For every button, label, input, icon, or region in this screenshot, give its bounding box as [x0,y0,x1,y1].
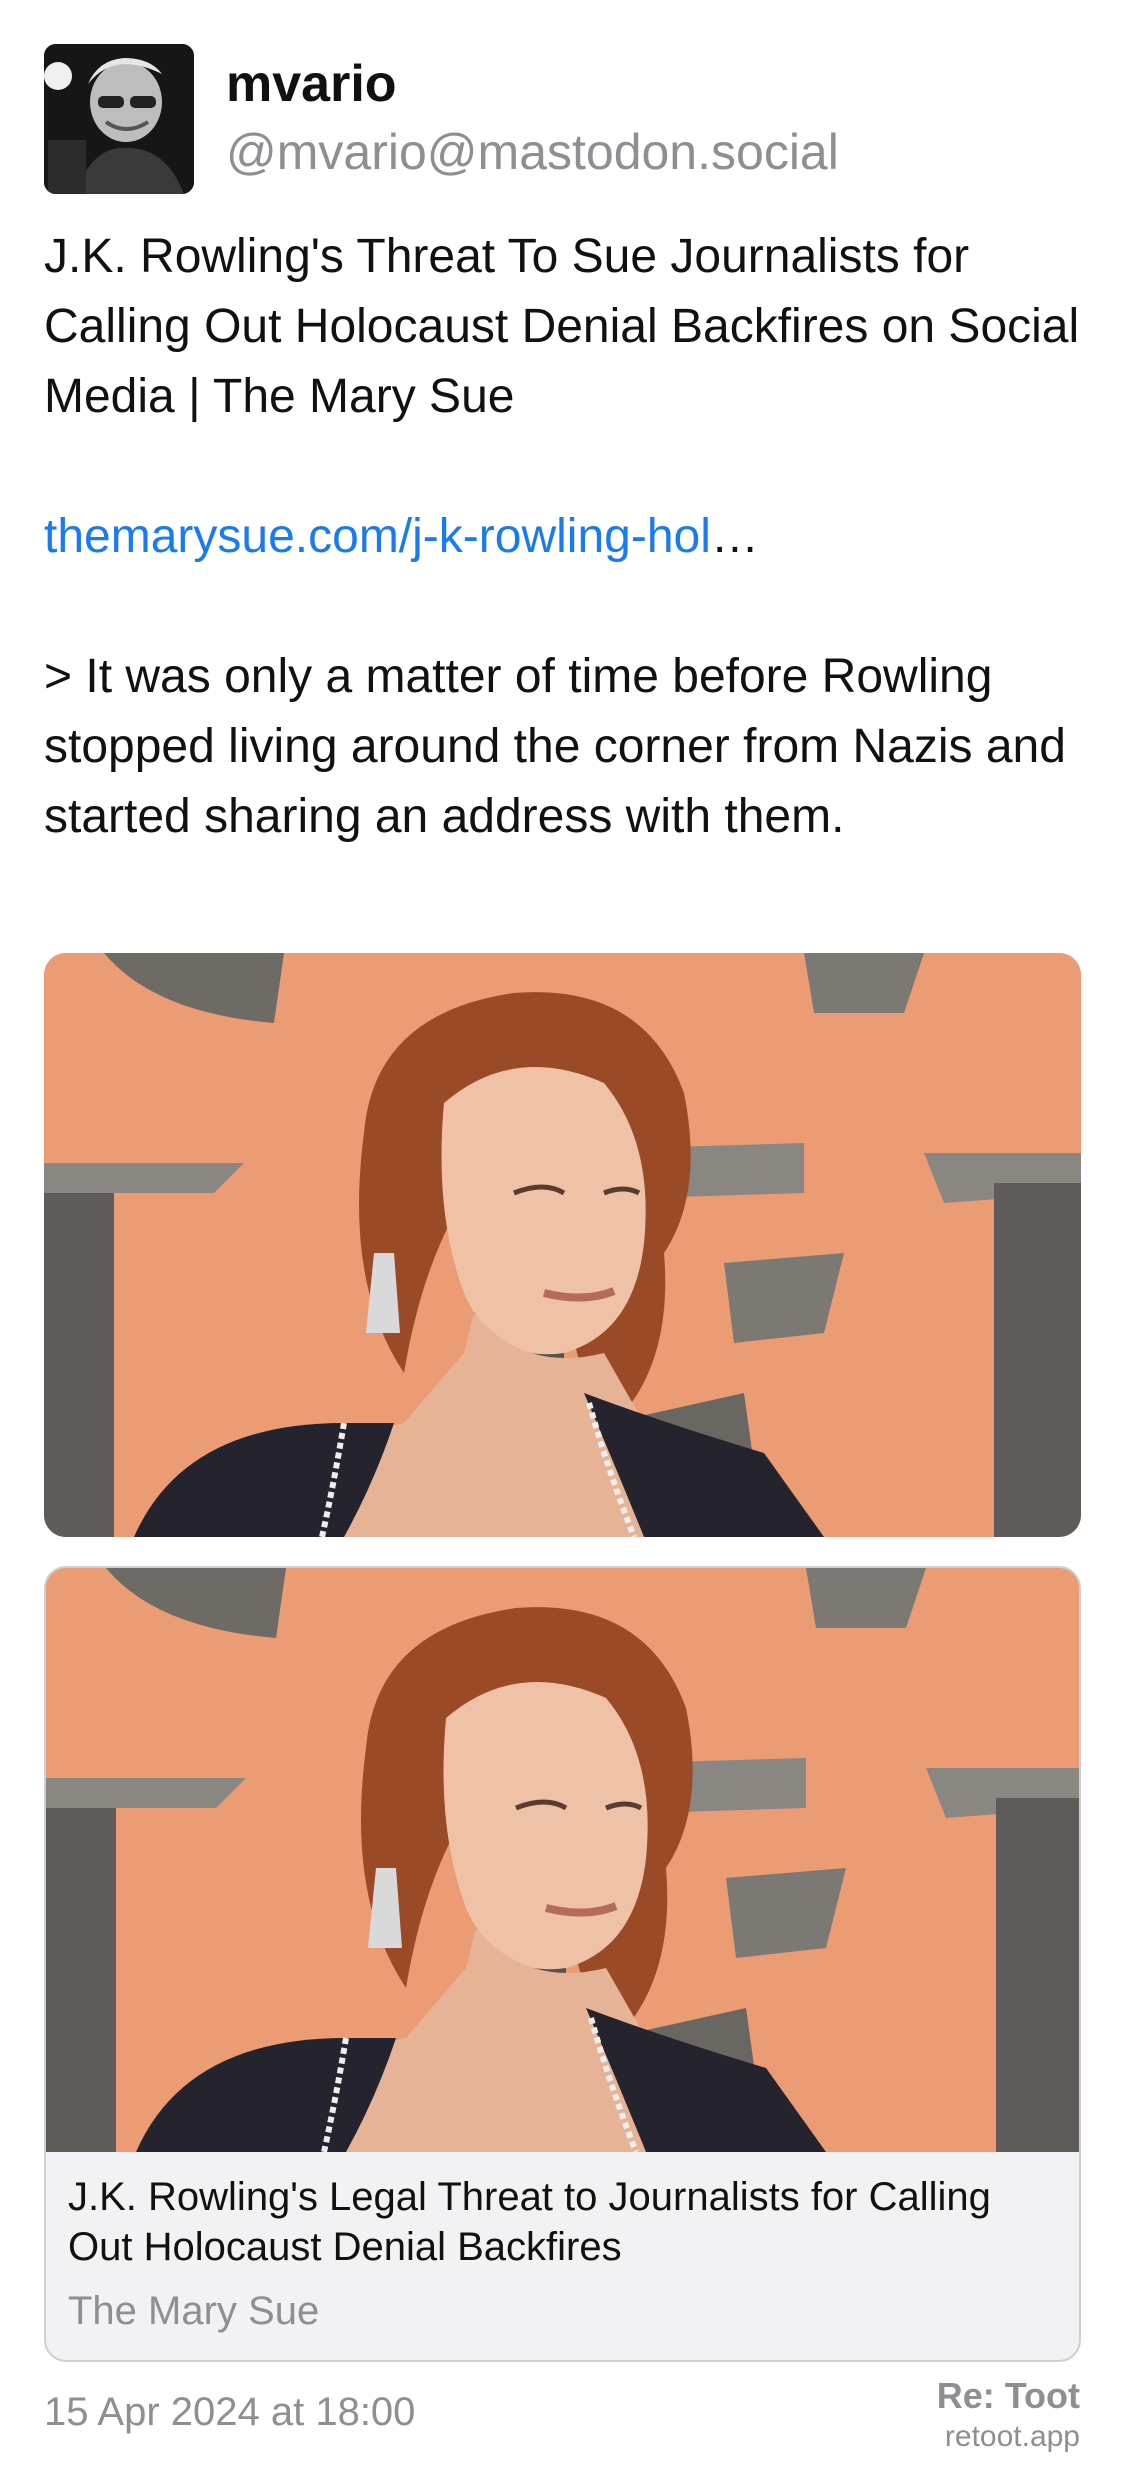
post-quote-text: > It was only a matter of time before Ro… [44,650,1066,843]
photo-image [44,953,1081,1537]
post-timestamp: 15 Apr 2024 at 18:00 [44,2390,416,2434]
avatar[interactable] [44,44,194,194]
account-handle[interactable]: @mvario@mastodon.social [226,122,839,182]
link-ellipsis: … [710,510,759,563]
post-headline-text: J.K. Rowling's Threat To Sue Journalists… [44,230,1080,423]
link-preview-photo [46,1568,1079,2152]
link-preview-source: The Mary Sue [68,2289,320,2333]
brand-url: retoot.app [944,2420,1080,2453]
link-preview-title: J.K. Rowling's Legal Threat to Journalis… [68,2175,991,2269]
avatar-image [44,44,194,194]
article-link[interactable]: themarysue.com/j-k-rowling-hol [44,510,711,563]
post-link-paragraph: themarysue.com/j-k-rowling-hol… [44,502,1084,572]
post-content: J.K. Rowling's Threat To Sue Journalists… [44,222,1084,852]
link-preview-text: J.K. Rowling's Legal Threat to Journalis… [68,2172,1058,2336]
post-header: mvario @mvario@mastodon.social [44,44,1081,196]
brand-title: Re: Toot [936,2375,1080,2416]
app-branding: Re: Toot retoot.app [937,2374,1080,2456]
link-preview-image [46,1568,1079,2152]
attached-photo[interactable] [44,953,1081,1537]
display-name[interactable]: mvario [226,54,397,114]
link-preview-card[interactable]: J.K. Rowling's Legal Threat to Journalis… [44,1566,1081,2362]
